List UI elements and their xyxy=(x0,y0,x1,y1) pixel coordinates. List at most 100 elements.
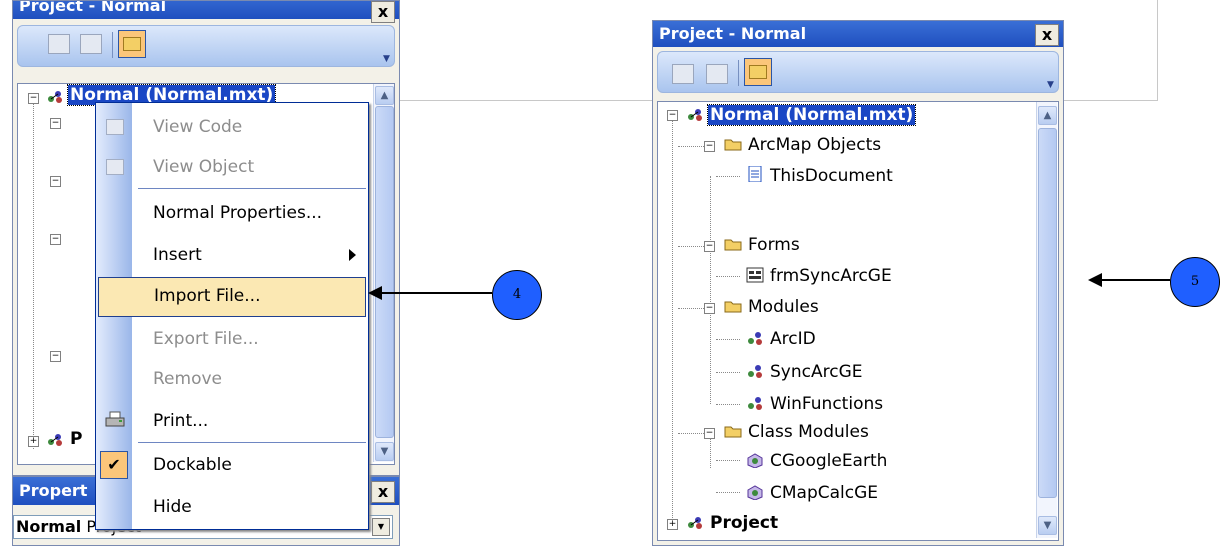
callout-badge-5: 5 xyxy=(1170,257,1220,307)
right-toolbar: ▼ xyxy=(657,51,1059,93)
toolbar-options-icon[interactable]: ▼ xyxy=(1047,81,1055,90)
menu-item-label: Remove xyxy=(153,369,222,389)
menu-item-label: Print... xyxy=(153,411,209,431)
tree-line xyxy=(716,176,740,177)
code-module-icon xyxy=(748,332,762,345)
submenu-arrow-icon xyxy=(349,249,356,261)
userform-icon xyxy=(746,267,764,283)
tree-line xyxy=(678,146,704,147)
collapse-icon[interactable]: − xyxy=(50,234,61,245)
right-project-tree: − Normal (Normal.mxt) − ArcMap Objects T… xyxy=(657,101,1059,541)
tree-item-cmapcalcge[interactable]: CMapCalcGE xyxy=(770,482,878,504)
menu-item-view-code[interactable]: View Code xyxy=(96,109,368,145)
menu-item-label: Insert xyxy=(153,245,202,265)
toggle-folders-button[interactable] xyxy=(118,30,146,58)
print-icon xyxy=(105,411,125,427)
class-module-icon xyxy=(747,453,763,468)
tree-item-thisdocument[interactable]: ThisDocument xyxy=(770,165,893,187)
collapse-icon[interactable]: − xyxy=(704,303,715,314)
tree-line xyxy=(716,492,740,493)
scroll-up-icon[interactable]: ▲ xyxy=(375,86,394,105)
menu-item-label: Import File... xyxy=(154,286,261,306)
chevron-down-icon[interactable]: ▼ xyxy=(372,518,390,536)
expand-icon[interactable]: + xyxy=(667,519,678,530)
left-title-bar[interactable]: Project - Normal x xyxy=(13,1,399,23)
collapse-icon[interactable]: − xyxy=(667,110,678,121)
callout-pointer-line xyxy=(1100,279,1170,281)
tree-item-cgoogleearth[interactable]: CGoogleEarth xyxy=(770,450,887,472)
toolbar-options-icon[interactable]: ▼ xyxy=(383,55,391,64)
collapse-icon[interactable]: − xyxy=(50,118,61,129)
tree-item-frmsyncarcge[interactable]: frmSyncArcGE xyxy=(770,265,892,287)
checkmark-icon: ✔ xyxy=(100,451,128,479)
scroll-down-icon[interactable]: ▼ xyxy=(375,442,394,461)
menu-item-export-file[interactable]: Export File... xyxy=(96,321,368,357)
properties-close-button[interactable]: x xyxy=(371,481,395,503)
right-close-button[interactable]: x xyxy=(1035,24,1059,46)
tree-item-arcid[interactable]: ArcID xyxy=(770,328,816,350)
menu-item-label: View Object xyxy=(153,157,255,177)
tree-line xyxy=(710,438,711,468)
collapse-icon[interactable]: − xyxy=(28,93,39,104)
menu-item-print[interactable]: Print... xyxy=(96,403,368,439)
left-close-button[interactable]: x xyxy=(371,1,395,23)
view-object-toolbar-button[interactable] xyxy=(706,64,728,84)
menu-separator xyxy=(138,442,366,443)
menu-item-remove[interactable]: Remove xyxy=(96,361,368,397)
collapse-icon[interactable]: − xyxy=(704,141,715,152)
collapse-icon[interactable]: − xyxy=(50,351,61,362)
page-border-line xyxy=(1157,0,1158,100)
object-name: Normal xyxy=(16,517,82,536)
menu-item-normal-properties[interactable]: Normal Properties... xyxy=(96,195,368,231)
collapse-icon[interactable]: − xyxy=(50,176,61,187)
scroll-down-icon[interactable]: ▼ xyxy=(1038,516,1057,535)
right-tree-scrollbar[interactable]: ▲ ▼ xyxy=(1036,102,1057,538)
callout-pointer-line xyxy=(380,292,492,294)
tree-line xyxy=(716,276,740,277)
tree-line xyxy=(716,404,740,405)
view-code-toolbar-button[interactable] xyxy=(48,34,70,54)
left-tree-scrollbar[interactable]: ▲ ▼ xyxy=(373,84,394,462)
tree-line xyxy=(678,308,704,309)
menu-item-label: View Code xyxy=(153,117,243,137)
tree-folder-modules[interactable]: Modules xyxy=(748,296,819,318)
menu-item-label: Normal Properties... xyxy=(153,203,323,223)
menu-item-import-file[interactable]: Import File... xyxy=(98,277,366,317)
tree-line xyxy=(678,433,704,434)
document-module-icon xyxy=(748,166,762,182)
menu-item-label: Export File... xyxy=(153,329,259,349)
toolbar-separator xyxy=(112,32,113,58)
scroll-thumb[interactable] xyxy=(1038,128,1057,498)
tree-line xyxy=(716,460,740,461)
tree-root-node[interactable]: Normal (Normal.mxt) xyxy=(706,104,917,126)
view-code-icon xyxy=(106,119,124,135)
expand-icon[interactable]: + xyxy=(28,436,39,447)
right-title-bar[interactable]: Project - Normal x xyxy=(653,21,1063,47)
menu-item-dockable[interactable]: ✔ Dockable xyxy=(96,447,368,483)
folder-icon xyxy=(749,65,767,79)
folder-open-icon xyxy=(724,301,742,313)
collapse-icon[interactable]: − xyxy=(704,241,715,252)
menu-item-hide[interactable]: Hide xyxy=(96,489,368,525)
right-project-panel: Project - Normal x ▼ − Normal (Normal.mx… xyxy=(652,20,1064,546)
tree-item-syncarcge[interactable]: SyncArcGE xyxy=(770,361,862,383)
tree-project-root[interactable]: Project xyxy=(710,512,778,534)
view-object-toolbar-button[interactable] xyxy=(80,34,102,54)
scroll-thumb[interactable] xyxy=(375,106,394,438)
tree-folder-class-modules[interactable]: Class Modules xyxy=(748,421,869,443)
menu-item-insert[interactable]: Insert xyxy=(96,237,368,273)
tree-second-root-partial[interactable]: P xyxy=(70,428,82,450)
tree-item-winfunctions[interactable]: WinFunctions xyxy=(770,393,883,415)
tree-line xyxy=(33,104,34,449)
tree-folder-forms[interactable]: Forms xyxy=(748,234,800,256)
view-code-toolbar-button[interactable] xyxy=(672,64,694,84)
code-module-icon xyxy=(748,397,762,410)
left-toolbar: ▼ xyxy=(17,25,395,67)
scroll-up-icon[interactable]: ▲ xyxy=(1038,106,1057,125)
right-panel-title: Project - Normal xyxy=(659,24,807,43)
menu-item-view-object[interactable]: View Object xyxy=(96,149,368,185)
menu-separator xyxy=(138,188,366,189)
tree-line xyxy=(678,246,704,247)
toggle-folders-button[interactable] xyxy=(744,58,772,86)
tree-folder-arcmap-objects[interactable]: ArcMap Objects xyxy=(748,134,881,156)
